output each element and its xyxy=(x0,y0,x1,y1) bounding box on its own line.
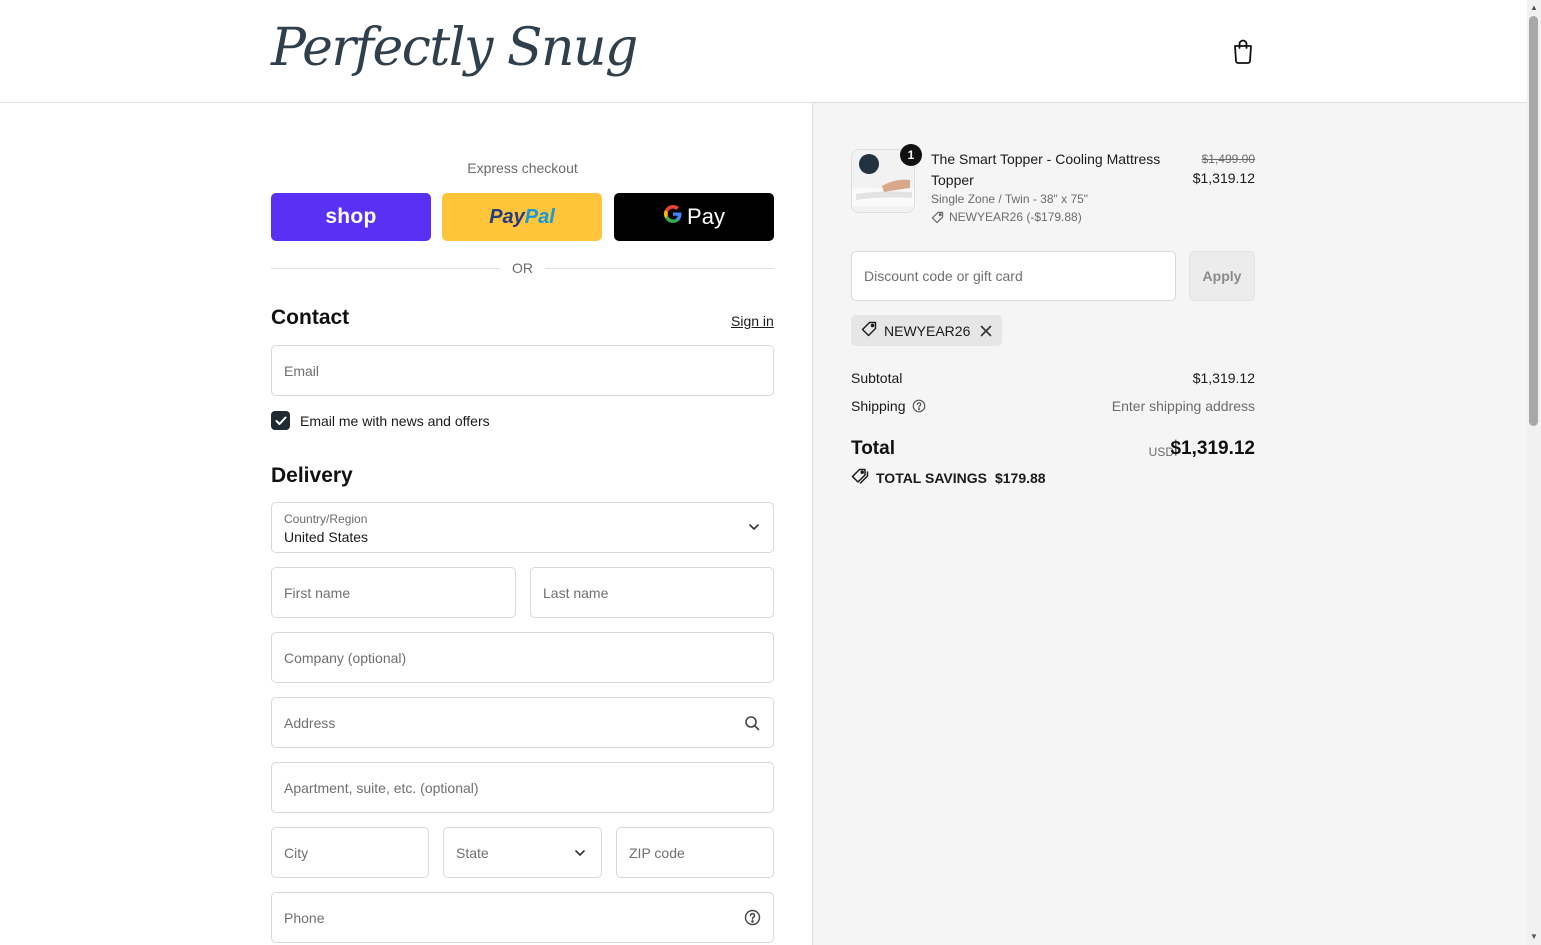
remove-discount-close-icon[interactable] xyxy=(980,325,992,337)
address-placeholder: Address xyxy=(284,714,336,731)
tags-icon xyxy=(851,468,869,487)
email-placeholder: Email xyxy=(284,362,320,379)
first-name-placeholder: First name xyxy=(284,584,351,601)
state-select[interactable]: State xyxy=(443,827,602,878)
original-price: $1,499.00 xyxy=(1201,152,1255,166)
paypal-label-part1: Pay xyxy=(489,205,525,228)
city-field[interactable]: City xyxy=(271,827,429,878)
apply-discount-button[interactable]: Apply xyxy=(1189,251,1255,301)
zip-placeholder: ZIP code xyxy=(629,844,685,861)
newsletter-checkbox-row[interactable]: Email me with news and offers xyxy=(271,411,490,430)
phone-field[interactable]: Phone xyxy=(271,892,774,943)
zip-field[interactable]: ZIP code xyxy=(616,827,774,878)
current-price: $1,319.12 xyxy=(1192,170,1255,186)
chevron-down-icon xyxy=(749,524,759,530)
sign-in-link[interactable]: Sign in xyxy=(731,313,774,329)
shipping-value: Enter shipping address xyxy=(1111,398,1255,414)
total-label: Total xyxy=(851,438,895,459)
first-name-field[interactable]: First name xyxy=(271,567,516,618)
address-field[interactable]: Address xyxy=(271,697,774,748)
scrollbar[interactable]: ▲ ▼ xyxy=(1527,0,1541,945)
scroll-up-arrow-icon[interactable]: ▲ xyxy=(1529,3,1539,13)
savings-value: $179.88 xyxy=(994,469,1046,486)
phone-placeholder: Phone xyxy=(284,909,325,926)
delivery-title: Delivery xyxy=(271,464,353,487)
help-circle-icon[interactable] xyxy=(743,909,761,927)
google-pay-button[interactable]: Pay xyxy=(614,193,774,241)
chevron-down-icon xyxy=(571,844,589,862)
order-summary-panel xyxy=(812,103,1527,945)
state-placeholder: State xyxy=(456,844,489,861)
subtotal-label: Subtotal xyxy=(851,370,903,386)
google-pay-label: Pay xyxy=(687,204,725,229)
quantity-badge: 1 xyxy=(900,144,922,166)
last-name-placeholder: Last name xyxy=(543,584,609,601)
product-variant: Single Zone / Twin - 38" x 75" xyxy=(931,192,1089,206)
total-savings: TOTAL SAVINGS $179.88 xyxy=(851,468,1046,487)
email-field[interactable]: Email xyxy=(271,345,774,396)
total-value: $1,319.12 xyxy=(1170,438,1255,459)
header: Perfectly Snug xyxy=(0,0,1527,103)
or-divider: OR xyxy=(271,260,774,278)
country-select[interactable]: Country/Region United States xyxy=(271,502,774,553)
scroll-down-arrow-icon[interactable]: ▼ xyxy=(1529,932,1539,942)
product-discount-line: NEWYEAR26 (-$179.88) xyxy=(931,210,1082,224)
paypal-button[interactable]: Pay Pal xyxy=(442,193,602,241)
tag-icon xyxy=(861,321,877,340)
subtotal-value: $1,319.12 xyxy=(1192,370,1255,386)
discount-code-placeholder: Discount code or gift card xyxy=(864,268,1023,284)
google-g-icon xyxy=(663,204,683,230)
newsletter-checkbox[interactable] xyxy=(271,411,290,430)
tag-icon xyxy=(931,211,944,223)
shopping-bag-icon[interactable] xyxy=(1231,38,1255,64)
shop-pay-label: shop xyxy=(325,205,377,228)
last-name-field[interactable]: Last name xyxy=(530,567,774,618)
country-value: United States xyxy=(284,529,369,545)
shop-pay-button[interactable]: shop xyxy=(271,193,431,241)
paypal-label-part2: Pal xyxy=(524,205,555,228)
country-label: Country/Region xyxy=(284,512,368,526)
newsletter-label: Email me with news and offers xyxy=(300,412,490,429)
savings-label: TOTAL SAVINGS xyxy=(876,469,987,486)
product-discount-text: NEWYEAR26 (-$179.88) xyxy=(949,210,1082,224)
express-checkout-label: Express checkout xyxy=(467,160,578,176)
shipping-label-row: Shipping xyxy=(851,398,926,414)
checkmark-icon xyxy=(275,416,286,425)
company-placeholder: Company (optional) xyxy=(284,649,407,666)
help-circle-icon[interactable] xyxy=(912,399,926,413)
applied-discount-tag: NEWYEAR26 xyxy=(851,315,1003,346)
search-icon[interactable] xyxy=(743,714,761,732)
contact-title: Contact xyxy=(271,306,350,329)
city-placeholder: City xyxy=(284,844,309,861)
apartment-field[interactable]: Apartment, suite, etc. (optional) xyxy=(271,762,774,813)
discount-code-field[interactable]: Discount code or gift card xyxy=(851,251,1176,301)
apartment-placeholder: Apartment, suite, etc. (optional) xyxy=(284,779,479,796)
divider-line-right xyxy=(545,268,774,269)
applied-discount-code: NEWYEAR26 xyxy=(884,322,971,339)
company-field[interactable]: Company (optional) xyxy=(271,632,774,683)
shipping-label: Shipping xyxy=(851,398,906,414)
scroll-thumb[interactable] xyxy=(1529,16,1538,426)
store-logo[interactable]: Perfectly Snug xyxy=(271,18,638,78)
